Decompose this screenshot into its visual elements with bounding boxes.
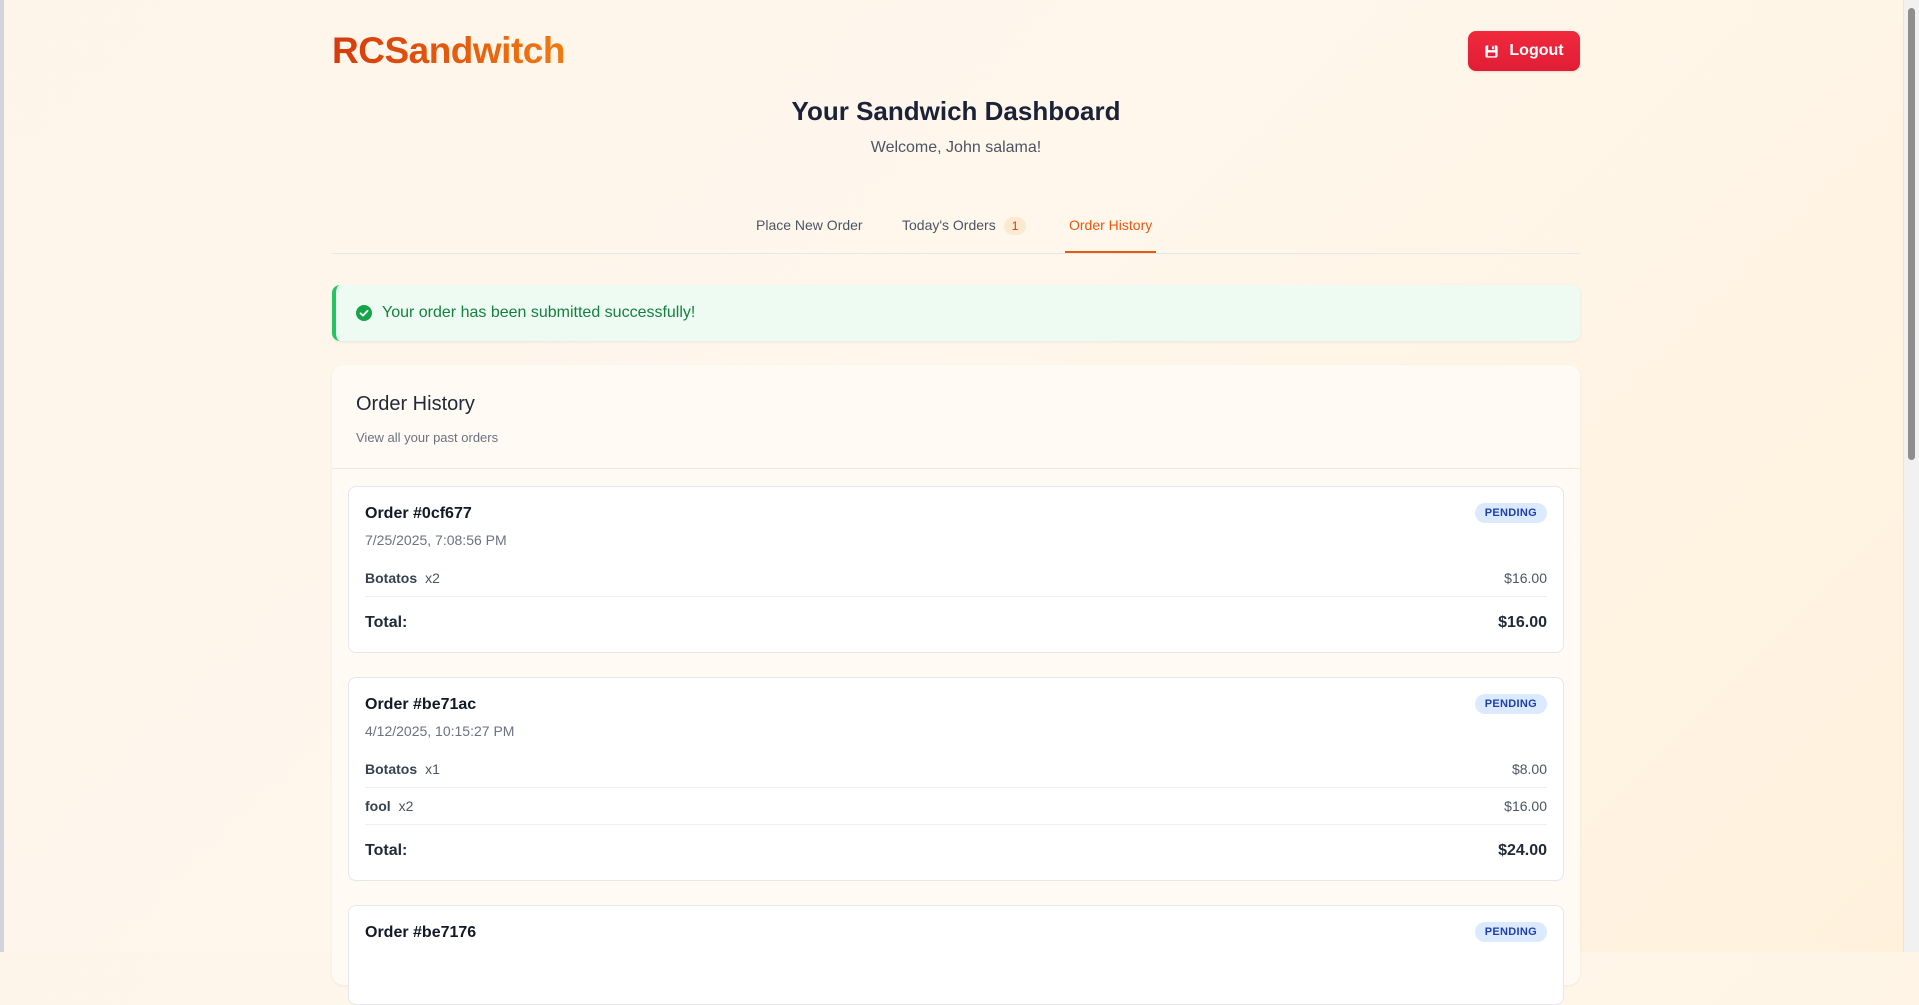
order-total-row: Total: $16.00 — [365, 608, 1547, 638]
total-label: Total: — [365, 842, 408, 859]
order-item: Botatos x1 $8.00 — [365, 750, 1547, 788]
order-item: fool x2 $16.00 — [365, 787, 1547, 825]
window-edge — [0, 0, 4, 952]
tab-label: Today's Orders — [902, 217, 996, 233]
tab-todays-orders[interactable]: Today's Orders 1 — [902, 212, 1027, 252]
total-value: $16.00 — [1498, 614, 1547, 631]
order-item: Botatos x2 $16.00 — [365, 559, 1547, 597]
item-name: fool — [365, 797, 391, 814]
brand-logo[interactable]: RCSandwitch — [332, 30, 565, 72]
order-id: Order #0cf677 — [365, 505, 472, 522]
item-name: Botatos — [365, 569, 418, 586]
tab-label: Order History — [1069, 217, 1153, 233]
status-badge: PENDING — [1474, 922, 1547, 942]
order-history-card: Order History View all your past orders … — [332, 365, 1580, 1005]
total-value: $24.00 — [1498, 842, 1547, 859]
order-total-row: Total: $24.00 — [365, 836, 1547, 866]
logout-icon — [1485, 44, 1498, 58]
page-title: Your Sandwich Dashboard — [791, 96, 1121, 126]
order-date: 4/12/2025, 10:15:27 PM — [365, 723, 515, 739]
page-scrollbar[interactable] — [1903, 0, 1919, 952]
total-label: Total: — [365, 614, 408, 631]
order-card[interactable]: Order #0cf677 7/25/2025, 7:08:56 PM PEND… — [348, 486, 1564, 653]
scrollbar-thumb[interactable] — [1908, 8, 1915, 460]
logout-label: Logout — [1509, 42, 1564, 59]
item-price: $8.00 — [1511, 760, 1547, 777]
order-card[interactable]: Order #be7176 PENDING — [348, 905, 1564, 1005]
item-price: $16.00 — [1504, 569, 1547, 586]
order-date: 7/25/2025, 7:08:56 PM — [365, 532, 507, 548]
item-qty: x1 — [425, 760, 440, 777]
card-header: Order History View all your past orders — [332, 365, 1580, 469]
tab-place-new-order[interactable]: Place New Order — [756, 212, 863, 252]
alert-message: Your order has been submitted successful… — [382, 304, 696, 321]
tab-bar: Place New Order Today's Orders 1 Order H… — [332, 212, 1580, 254]
tab-label: Place New Order — [756, 217, 863, 233]
item-name: Botatos — [365, 760, 418, 777]
item-qty: x2 — [425, 569, 440, 586]
order-id: Order #be71ac — [365, 696, 477, 713]
order-card[interactable]: Order #be71ac 4/12/2025, 10:15:27 PM PEN… — [348, 677, 1564, 881]
check-circle-icon — [356, 305, 372, 321]
card-title: Order History — [356, 393, 475, 415]
status-badge: PENDING — [1474, 503, 1547, 523]
item-qty: x2 — [398, 797, 414, 814]
logout-button[interactable]: Logout — [1468, 31, 1580, 71]
success-alert: Your order has been submitted successful… — [332, 285, 1580, 341]
order-id: Order #be7176 — [365, 924, 477, 941]
tab-order-history[interactable]: Order History — [1065, 212, 1157, 253]
card-subtitle: View all your past orders — [356, 430, 499, 445]
item-price: $16.00 — [1504, 797, 1547, 814]
todays-orders-count-badge: 1 — [1003, 217, 1027, 235]
welcome-text: Welcome, John salama! — [870, 139, 1042, 156]
status-badge: PENDING — [1474, 694, 1547, 714]
